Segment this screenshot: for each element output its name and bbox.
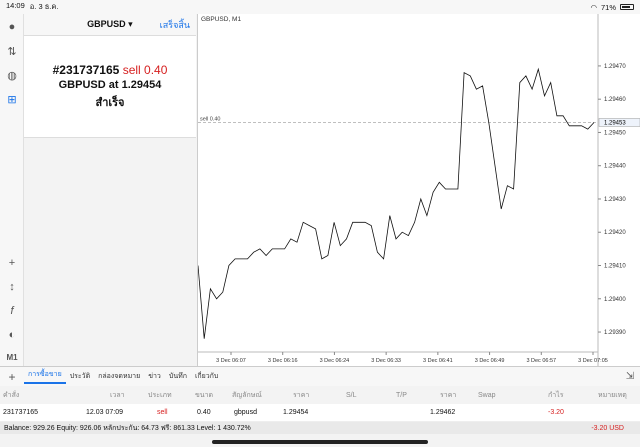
left-toolbar: ● ⇅ ◍ ⊞ + ↕ f ◐ M1 [0,14,24,366]
cell-type: sell [157,409,168,416]
cell-size: 0.40 [197,409,211,416]
battery-percent: 71% [600,2,616,12]
col-price: ราคา [293,391,310,399]
add-icon[interactable]: + [0,370,24,384]
collapse-icon[interactable]: ⇲ [620,371,640,382]
cell-order: 231737165 [3,409,39,416]
col-tp: T/P [396,391,407,399]
order-symbol: GBPUSD at [58,78,119,91]
col-sl: S/L [346,391,357,399]
col-profit: กำไร [548,391,564,399]
order-result-card: #231737165 sell 0.40 GBPUSD at 1.29454 ส… [24,36,196,138]
cell-symbol: gbpusd [234,409,257,416]
tab-trade[interactable]: การซื้อขาย [24,369,66,384]
cell-price: 1.29454 [283,409,309,416]
balance-line: Balance: 929.26 Equity: 926.06 หลักประกั… [4,424,251,432]
order-result: สำเร็จ [95,96,125,109]
x-tick-label: 3 Dec 06:49 [475,358,505,364]
x-tick-label: 3 Dec 06:33 [371,358,401,364]
total-profit: -3.20 USD [591,424,624,432]
battery-icon [620,4,634,10]
tab-history[interactable]: ประวัติ [66,371,94,382]
col-order: คำสั่ง [3,391,20,399]
objects-icon[interactable]: ◐ [3,326,21,344]
cell-profit: -3.20 [548,409,564,416]
y-tick-label: 1.29420 [604,230,626,236]
status-date: อ. 3 ธ.ค. [29,2,59,11]
y-tick-label: 1.29450 [604,130,626,136]
chart-svg: 1.29470 1.29460 1.29450 1.29440 1.29430 1.294… [197,14,640,366]
chat-icon[interactable]: ◍ [3,66,21,84]
y-tick-label: 1.29460 [604,97,626,103]
x-tick-label: 3 Dec 06:24 [320,358,350,364]
order-price: 1.29454 [121,78,162,91]
status-bar: 14:09 อ. 3 ธ.ค. ◠ 71% [0,0,640,14]
account-icon[interactable]: ● [3,18,21,36]
price-chart[interactable]: GBPUSD, M1 1.29470 1.29460 1.29450 1.29440 1… [197,14,640,366]
cell-time: 12.03 07:09 [86,409,123,416]
col-swap: Swap [478,391,496,399]
crosshair-icon[interactable]: + [3,254,21,272]
x-tick-label: 3 Dec 06:16 [268,358,298,364]
x-tick-label: 3 Dec 06:07 [216,358,246,364]
done-button[interactable]: เสร็จสิ้น [160,18,190,32]
status-time: 14:09 [6,1,25,10]
y-tick-label: 1.29430 [604,197,626,203]
y-tick-label: 1.29470 [604,64,626,70]
order-type: sell 0.40 [122,62,168,77]
trade-icon[interactable]: ⇅ [3,42,21,60]
wifi-icon: ◠ [590,2,597,12]
cell-current-price: 1.29462 [430,409,456,416]
order-ticket: #231737165 [52,62,120,77]
price-series-line [197,67,595,339]
y-tick-label: 1.29440 [604,164,626,170]
y-tick-label: 1.29400 [604,297,626,303]
tab-news[interactable]: ข่าว [144,371,165,382]
x-tick-label: 3 Dec 07:05 [578,358,608,364]
y-tick-label: 1.29410 [604,264,626,270]
col-symbol: สัญลักษณ์ [232,391,262,399]
x-tick-label: 3 Dec 06:57 [526,358,556,364]
order-panel: GBPUSD ▾ เสร็จสิ้น #231737165 sell 0.40 … [24,14,196,366]
indicator-icon[interactable]: ↕ [3,278,21,296]
tab-mailbox[interactable]: กล่องจดหมาย [94,371,144,382]
account-summary: Balance: 929.26 Equity: 926.06 หลักประกั… [0,422,640,434]
x-tick-label: 3 Dec 06:41 [423,358,453,364]
function-icon[interactable]: f [3,302,21,320]
position-label: sell 0.40 [200,116,221,122]
col-time: เวลา [110,391,125,399]
tab-about[interactable]: เกี่ยวกับ [191,371,222,382]
table-row[interactable]: 231737165 12.03 07:09 sell 0.40 gbpusd 1… [0,404,640,422]
terminal-tabs: + การซื้อขาย ประวัติ กล่องจดหมาย ข่าว บั… [0,366,640,386]
current-price-label: 1.29453 [604,120,626,126]
col-size: ขนาด [195,391,214,399]
tab-journal[interactable]: บันทึก [165,371,191,382]
col-type: ประเภท [148,391,172,399]
y-tick-label: 1.29390 [604,330,626,336]
timeframe-icon[interactable]: M1 [3,348,21,366]
home-indicator [212,440,428,444]
symbol-selector[interactable]: GBPUSD ▾ [30,19,160,30]
col-note: หมายเหตุ [598,391,627,399]
new-order-icon[interactable]: ⊞ [3,90,21,108]
chart-title: GBPUSD, M1 [201,16,242,23]
table-header: คำสั่ง เวลา ประเภท ขนาด สัญลักษณ์ ราคา S… [0,386,640,404]
col-current-price: ราคา [440,391,457,399]
